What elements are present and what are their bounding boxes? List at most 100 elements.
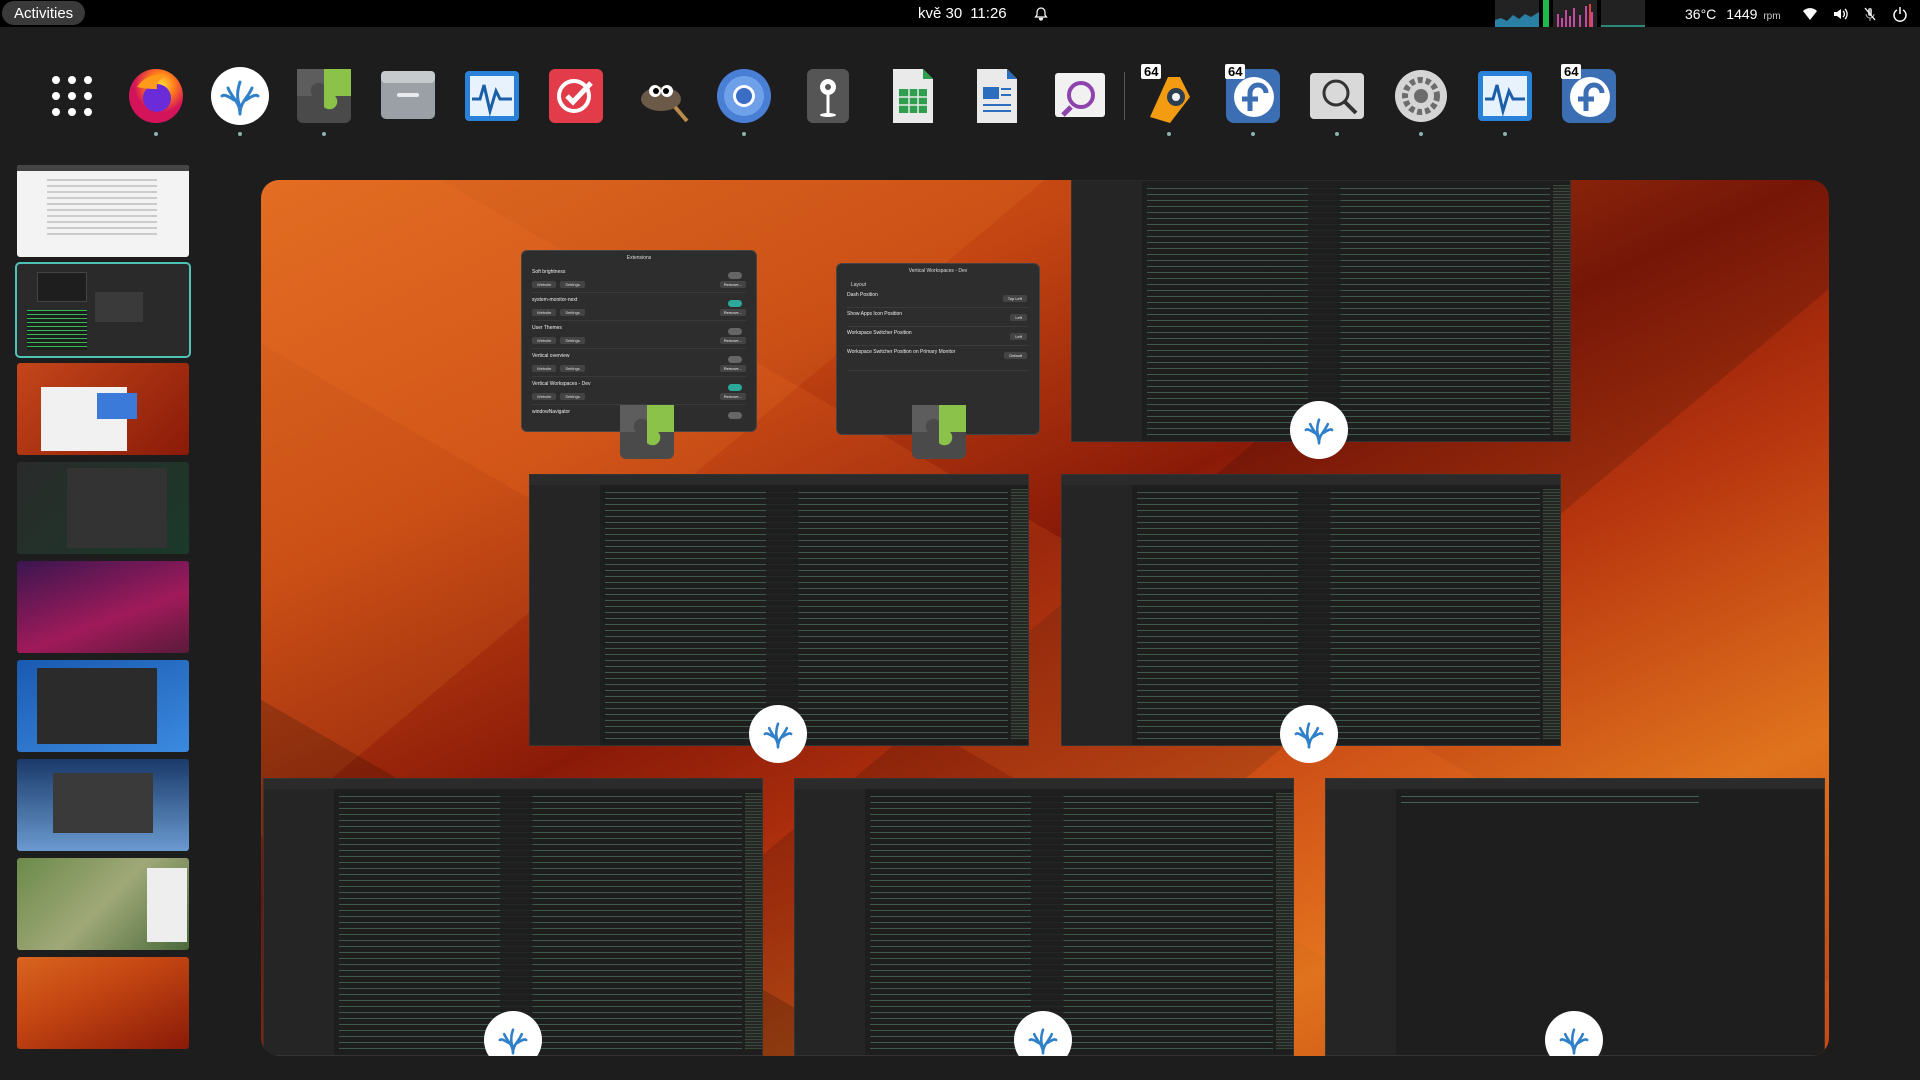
workspace-thumbnail-active[interactable] <box>15 262 191 358</box>
remove-button[interactable]: Remove... <box>719 393 746 400</box>
dock-app-chromium[interactable] <box>712 64 776 136</box>
setting-row: Workspace Switcher Position on Primary M… <box>847 349 1029 371</box>
window-titlebar <box>264 779 762 789</box>
dock-app-gimp[interactable] <box>628 64 692 128</box>
code-editor <box>1136 489 1541 739</box>
dock-app-system-monitor-2[interactable] <box>1473 64 1537 136</box>
workspace-overview: Extensions Soft brightness Website Settin… <box>261 180 1829 1056</box>
remove-button[interactable]: Remove... <box>719 281 746 288</box>
vscodium-icon <box>749 705 807 763</box>
system-monitor-graphs[interactable] <box>1495 0 1645 27</box>
remove-button[interactable]: Remove... <box>719 365 746 372</box>
extension-row: Vertical overview Website Settings Remove… <box>532 353 746 377</box>
extension-toggle[interactable] <box>728 328 742 335</box>
setting-dropdown[interactable]: Default <box>1004 352 1027 359</box>
running-indicator <box>238 132 242 136</box>
workspace-thumbnail[interactable] <box>17 363 189 455</box>
setting-dropdown[interactable]: Left <box>1010 333 1027 340</box>
extension-toggle[interactable] <box>728 412 742 419</box>
puzzle-icon <box>297 69 351 123</box>
setting-dropdown[interactable]: Top Left <box>1002 295 1027 302</box>
remove-button[interactable]: Remove... <box>719 337 746 344</box>
dock-app-document-writer[interactable] <box>964 64 1028 128</box>
website-button[interactable]: Website <box>532 365 557 372</box>
top-bar: Activities kvě 30 11:26 36°C 1449 rpm <box>0 0 1920 27</box>
system-monitor-icon <box>1478 71 1532 121</box>
fan-speed-label: 1449 rpm <box>1726 5 1781 22</box>
remove-button[interactable]: Remove... <box>719 309 746 316</box>
time-label: 11:26 <box>970 5 1007 22</box>
workspace-thumbnail[interactable] <box>17 759 189 851</box>
folder-icon <box>381 71 435 119</box>
extension-toggle[interactable] <box>728 356 742 363</box>
dock-app-maps[interactable] <box>796 64 860 128</box>
workspace-thumbnail[interactable] <box>17 858 189 950</box>
dock-app-system-monitor[interactable] <box>460 64 524 128</box>
workspace-thumbnail[interactable] <box>17 165 189 257</box>
running-indicator <box>1503 132 1507 136</box>
minimap <box>1542 489 1560 739</box>
minimap <box>1010 489 1028 739</box>
arch-badge: 64 <box>1225 64 1246 79</box>
settings-button[interactable]: Settings <box>560 309 585 316</box>
running-indicator <box>1251 132 1255 136</box>
minimap <box>1275 793 1293 1049</box>
extension-name: Soft brightness <box>532 269 566 275</box>
dock-app-fedora-media-writer[interactable]: 64 <box>1221 64 1285 136</box>
document-icon <box>977 69 1017 123</box>
todo-icon <box>549 69 603 123</box>
settings-button[interactable]: Settings <box>560 337 585 344</box>
settings-button[interactable]: Settings <box>560 281 585 288</box>
window-app-badge <box>748 704 808 764</box>
window-titlebar <box>1062 475 1560 485</box>
dock-app-spreadsheet[interactable] <box>880 64 944 128</box>
settings-button[interactable]: Settings <box>560 365 585 372</box>
website-button[interactable]: Website <box>532 393 557 400</box>
dock-app-blender-like[interactable]: 64 <box>1137 64 1201 136</box>
arch-badge: 64 <box>1141 64 1162 79</box>
memory-bar <box>1543 0 1549 27</box>
workspace-thumbnail[interactable] <box>17 957 189 1049</box>
dock-app-firefox[interactable] <box>124 64 188 136</box>
website-button[interactable]: Website <box>532 337 557 344</box>
window-app-badge <box>483 1010 543 1056</box>
setting-dropdown[interactable]: Left <box>1010 314 1027 321</box>
window-app-badge <box>617 402 677 462</box>
dock-app-todo[interactable] <box>544 64 608 128</box>
system-menu[interactable] <box>1802 0 1908 27</box>
website-button[interactable]: Website <box>532 309 557 316</box>
workspace-thumbnail[interactable] <box>17 462 189 554</box>
wifi-icon <box>1803 7 1817 20</box>
dock-app-settings[interactable] <box>1389 64 1453 136</box>
app-grid-button[interactable] <box>40 64 104 128</box>
puzzle-icon <box>620 405 674 459</box>
gimp-icon <box>641 85 689 123</box>
running-indicator <box>742 132 746 136</box>
extension-toggle[interactable] <box>728 300 742 307</box>
workspace-thumbnail[interactable] <box>17 660 189 752</box>
extension-toggle[interactable] <box>728 272 742 279</box>
dock-app-screenshot[interactable] <box>1048 64 1112 128</box>
minimap <box>744 793 762 1049</box>
activities-button[interactable]: Activities <box>2 1 86 25</box>
sensor-readout[interactable]: 36°C 1449 rpm <box>1685 0 1781 27</box>
dock-app-extensions[interactable] <box>292 64 356 136</box>
extension-toggle[interactable] <box>728 384 742 391</box>
window-title: Vertical Workspaces - Dev <box>908 268 968 274</box>
file-explorer <box>264 789 334 1055</box>
vscodium-icon <box>1014 1011 1072 1056</box>
settings-button[interactable]: Settings <box>560 393 585 400</box>
extension-row: system-monitor-next Website Settings Remo… <box>532 297 746 321</box>
dock-app-vscodium[interactable] <box>208 64 272 136</box>
dock-app-image-viewer[interactable] <box>1305 64 1369 136</box>
workspace-thumbnail[interactable] <box>17 561 189 653</box>
file-explorer <box>795 789 865 1055</box>
vscodium-icon <box>484 1011 542 1056</box>
clock[interactable]: kvě 30 11:26 <box>918 0 1049 27</box>
vscodium-icon <box>1280 705 1338 763</box>
dock-app-files[interactable] <box>376 64 440 128</box>
power-icon <box>1893 6 1907 22</box>
dash: 64 64 64 <box>40 58 1641 136</box>
website-button[interactable]: Website <box>532 281 557 288</box>
dock-app-fedora-media-writer-2[interactable]: 64 <box>1557 64 1621 128</box>
